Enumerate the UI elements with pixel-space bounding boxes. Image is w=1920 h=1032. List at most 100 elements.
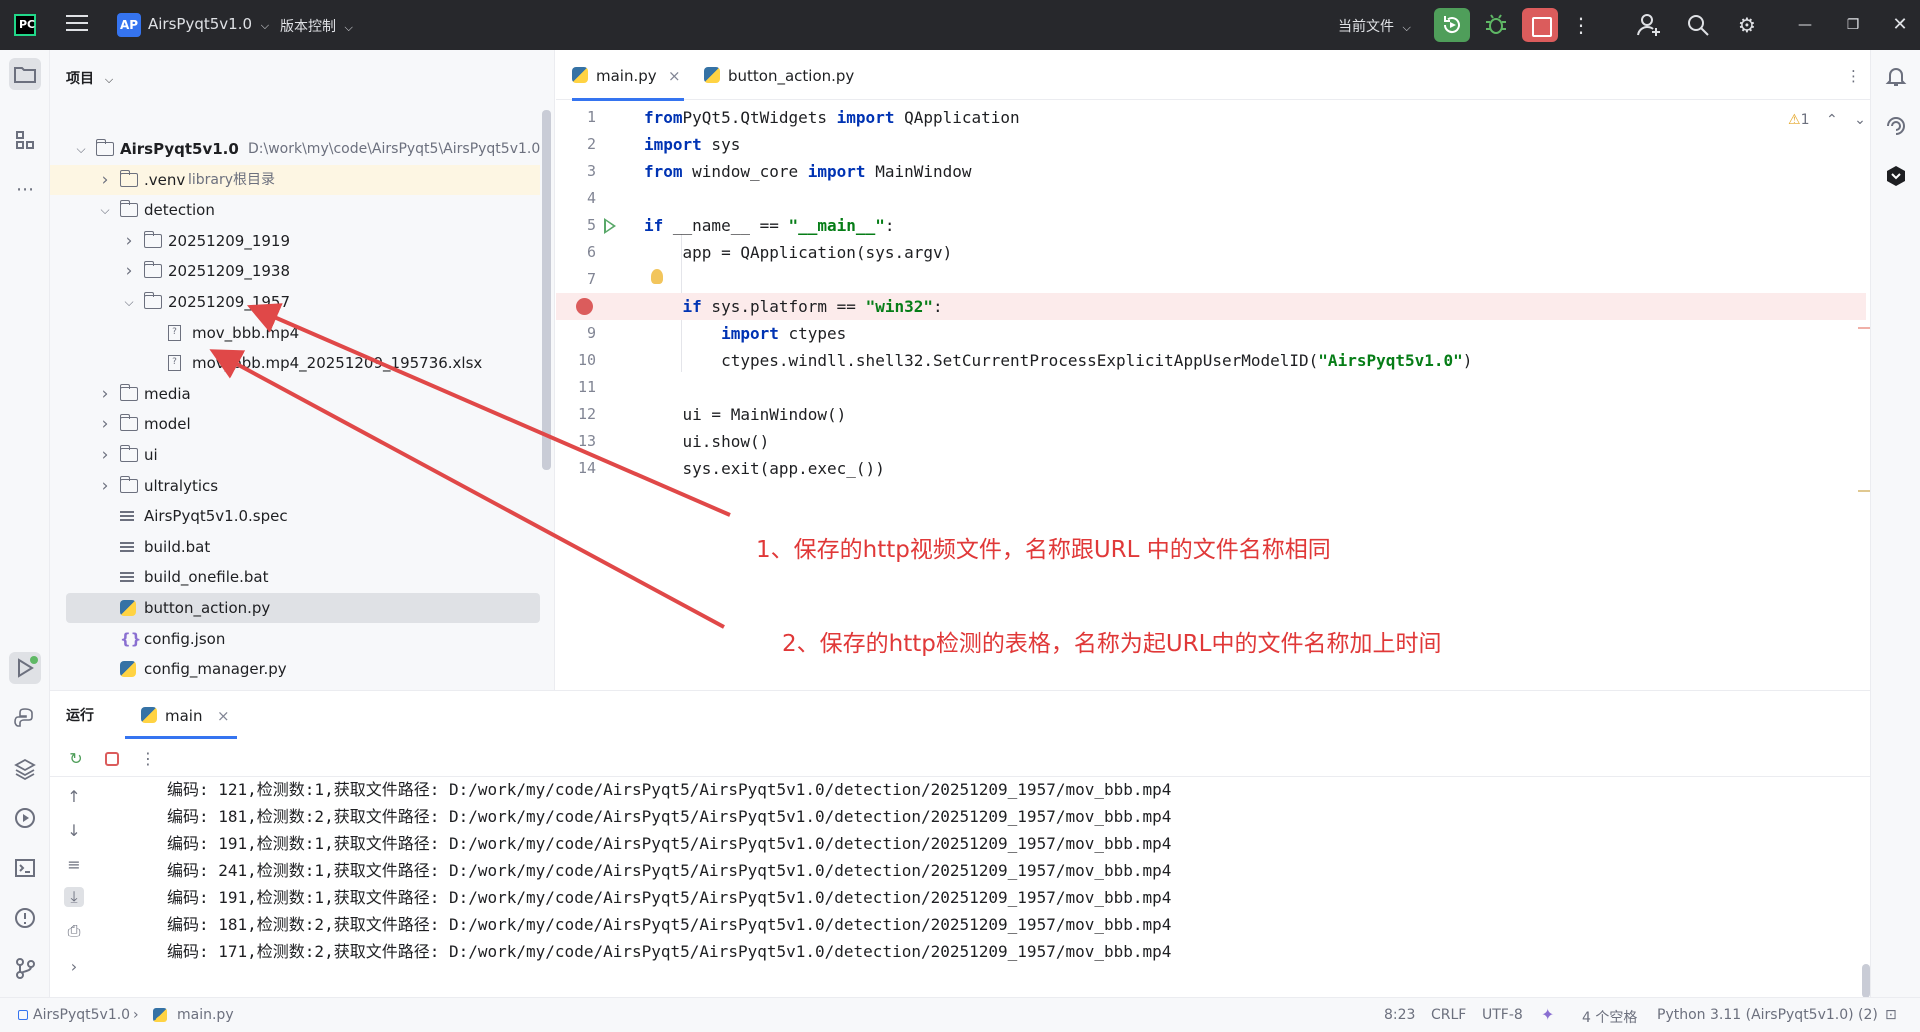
arrow-up-icon[interactable]: ↑: [64, 787, 84, 807]
project-panel-header[interactable]: 项目 ⌵: [66, 68, 113, 88]
line-number[interactable]: 13: [556, 428, 596, 455]
chevron-down-icon[interactable]: ⌵: [122, 287, 136, 317]
tree-item[interactable]: ? mov_bbb.mp4_20251209_195736.xlsx: [50, 348, 540, 378]
pycharm-logo-icon[interactable]: PC: [14, 14, 36, 36]
stop-icon[interactable]: [102, 749, 122, 769]
structure-icon[interactable]: [9, 124, 41, 156]
arrow-down-icon[interactable]: ↓: [64, 821, 84, 841]
line-number[interactable]: 11: [556, 374, 596, 401]
line-number[interactable]: 6: [556, 239, 596, 266]
tab-main-py[interactable]: main.py ×: [572, 50, 684, 102]
notifications-bell-icon[interactable]: [1880, 60, 1912, 92]
tree-item[interactable]: › ui: [50, 440, 540, 470]
tree-item[interactable]: ⌵ 20251209_1957: [50, 287, 540, 317]
services-icon[interactable]: [9, 802, 41, 834]
run-tab-main[interactable]: main ×: [125, 697, 237, 739]
tab-button-action-py[interactable]: button_action.py: [704, 50, 864, 100]
chevron-right-icon[interactable]: ›: [64, 957, 84, 977]
code-line[interactable]: 6 app = QApplication(sys.argv): [556, 239, 1866, 266]
tree-item[interactable]: AirsPyqt5v1.0.spec: [50, 501, 540, 531]
line-number[interactable]: 3: [556, 158, 596, 185]
line-number[interactable]: 4: [556, 185, 596, 212]
breadcrumb-project[interactable]: AirsPyqt5v1.0: [33, 1007, 130, 1023]
close-tab-icon[interactable]: ×: [668, 50, 681, 102]
more-icon[interactable]: ⋮: [138, 749, 158, 769]
line-number[interactable]: 10: [556, 347, 596, 374]
more-tools-icon[interactable]: ⋯: [9, 174, 41, 206]
terminal-icon[interactable]: [9, 852, 41, 884]
vcs-menu[interactable]: 版本控制 ⌵: [280, 16, 353, 36]
line-number[interactable]: 14: [556, 455, 596, 482]
project-switcher[interactable]: AirsPyqt5v1.0 ⌵: [148, 15, 269, 33]
project-folder-icon[interactable]: [9, 58, 41, 90]
chevron-down-icon[interactable]: ⌵: [98, 195, 112, 225]
soft-wrap-icon[interactable]: ≡: [64, 855, 84, 875]
chevron-right-icon[interactable]: ›: [98, 165, 112, 195]
lock-icon[interactable]: ⊡: [1885, 1007, 1897, 1023]
code-line[interactable]: 5 if __name__ == "__main__":: [556, 212, 1866, 239]
tree-item[interactable]: config_manager.py: [50, 654, 540, 684]
code-line[interactable]: 13 ui.show(): [556, 428, 1866, 455]
line-number[interactable]: 2: [556, 131, 596, 158]
ai-assistant-icon[interactable]: [1880, 110, 1912, 142]
add-user-icon[interactable]: [1634, 10, 1664, 40]
code-line[interactable]: 12 ui = MainWindow(): [556, 401, 1866, 428]
line-number[interactable]: 7: [556, 266, 596, 293]
file-encoding[interactable]: UTF-8: [1482, 1007, 1523, 1023]
chevron-right-icon[interactable]: ›: [98, 471, 112, 501]
chevron-right-icon[interactable]: ›: [98, 379, 112, 409]
breadcrumb-file[interactable]: main.py: [177, 1007, 234, 1023]
tree-item[interactable]: ? mov_bbb.mp4: [50, 318, 540, 348]
stop-button[interactable]: [1522, 8, 1558, 42]
run-config-selector[interactable]: 当前文件 ⌵: [1338, 16, 1411, 36]
tree-item[interactable]: › media: [50, 379, 540, 409]
code-line[interactable]: 10 ctypes.windll.shell32.SetCurrentProce…: [556, 347, 1866, 374]
ai-status-icon[interactable]: ✦: [1541, 1005, 1554, 1024]
line-number[interactable]: 9: [556, 320, 596, 347]
settings-gear-icon[interactable]: ⚙: [1732, 10, 1762, 40]
code-line[interactable]: 4: [556, 185, 1866, 212]
rerun-icon[interactable]: ↻: [66, 749, 86, 769]
restore-icon[interactable]: ❐: [1838, 10, 1868, 40]
git-icon[interactable]: [9, 952, 41, 984]
rerun-button[interactable]: [1434, 8, 1470, 42]
problems-icon[interactable]: [9, 902, 41, 934]
debug-button[interactable]: [1478, 8, 1514, 42]
code-line[interactable]: 9 import ctypes: [556, 320, 1866, 347]
chevron-right-icon[interactable]: ›: [122, 226, 136, 256]
console-scrollbar[interactable]: [1862, 964, 1870, 998]
run-tool-icon[interactable]: [9, 652, 41, 684]
more-actions-icon[interactable]: ⋮: [1566, 10, 1596, 40]
chevron-right-icon[interactable]: ›: [98, 440, 112, 470]
tree-item[interactable]: › ultralytics: [50, 471, 540, 501]
close-window-icon[interactable]: ✕: [1885, 10, 1915, 40]
run-gutter-icon[interactable]: [604, 218, 616, 234]
chevron-right-icon[interactable]: ›: [98, 409, 112, 439]
search-icon[interactable]: [1683, 10, 1713, 40]
lightbulb-icon[interactable]: [651, 269, 663, 284]
indent-setting[interactable]: 4 个空格: [1582, 1007, 1637, 1027]
chevron-right-icon[interactable]: ›: [122, 256, 136, 286]
code-line[interactable]: 1 fromPyQt5.QtWidgets import QApplication: [556, 104, 1866, 131]
tree-item[interactable]: ⌵ AirsPyqt5v1.0 D:\work\my\code\AirsPyqt5\…: [50, 134, 540, 164]
tree-item[interactable]: button_action.py: [66, 593, 540, 623]
python-interpreter[interactable]: Python 3.11 (AirsPyqt5v1.0) (2): [1657, 1007, 1878, 1023]
tree-item[interactable]: › .venv library根目录: [50, 164, 540, 195]
project-badge[interactable]: AP: [117, 13, 141, 37]
code-line[interactable]: 11: [556, 374, 1866, 401]
tree-scrollbar[interactable]: [542, 110, 551, 470]
tree-item[interactable]: › 20251209_1919: [50, 226, 540, 256]
line-number[interactable]: 5: [556, 212, 596, 239]
tree-item[interactable]: build_onefile.bat: [50, 562, 540, 592]
code-line[interactable]: 7: [556, 266, 1866, 293]
plugin-icon[interactable]: [1880, 160, 1912, 192]
breakpoint-icon[interactable]: [576, 298, 593, 315]
line-number[interactable]: 12: [556, 401, 596, 428]
chevron-down-icon[interactable]: ⌵: [74, 134, 88, 164]
editor-more-icon[interactable]: ⋮: [1846, 50, 1861, 100]
tree-item[interactable]: › 20251209_1938: [50, 256, 540, 286]
tree-item[interactable]: ⌵ detection: [50, 195, 540, 225]
print-icon[interactable]: ⎙: [64, 921, 84, 941]
code-line[interactable]: 14 sys.exit(app.exec_()): [556, 455, 1866, 482]
main-menu-icon[interactable]: [66, 15, 88, 33]
